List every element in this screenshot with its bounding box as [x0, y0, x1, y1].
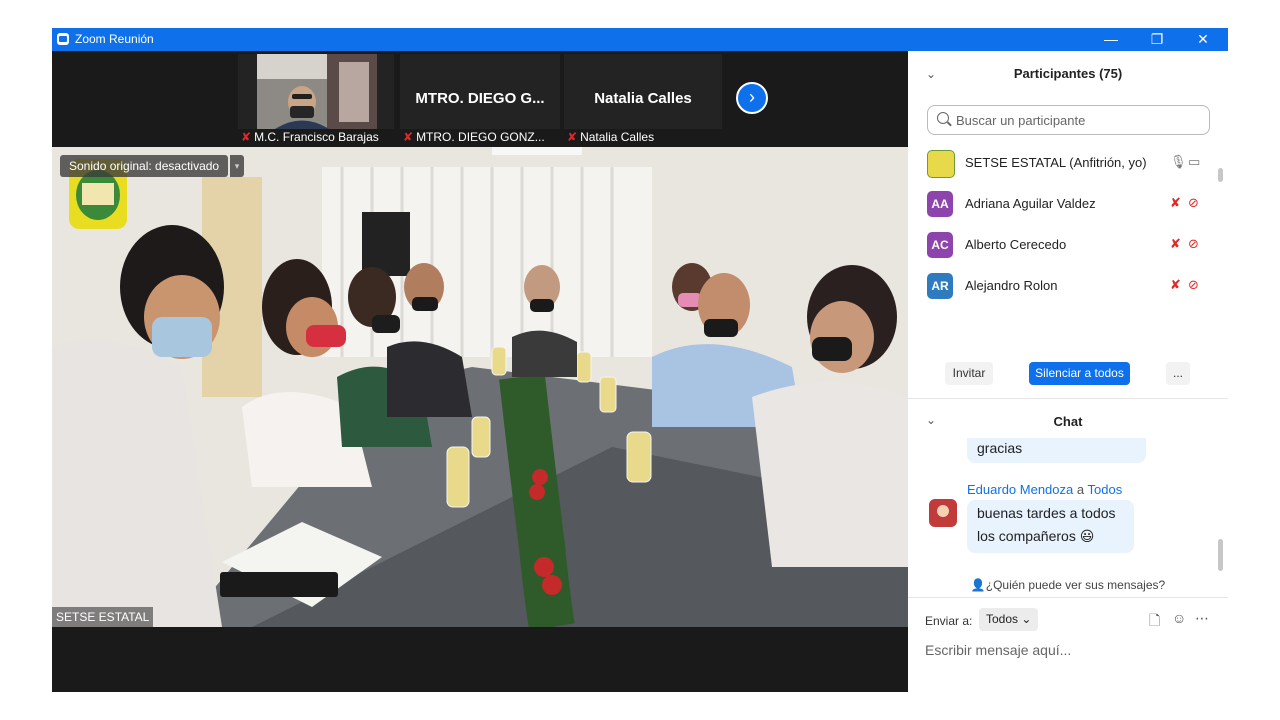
zoom-window: Zoom Reunión — ❐ ✕ ✘ M.C. Francisco Baraj…: [52, 28, 1228, 692]
chat-message-text: los compañeros 😃: [977, 528, 1095, 544]
thumbnail-name: ✘ M.C. Francisco Barajas: [238, 129, 394, 146]
meeting-area: ✘ M.C. Francisco Barajas MTRO. DIEGO G...…: [52, 51, 908, 692]
chat-recipient[interactable]: Todos: [1088, 482, 1123, 497]
participants-header: ⌄ Participantes (75): [908, 51, 1228, 95]
search-placeholder: Buscar un participante: [956, 113, 1086, 128]
window-title: Zoom Reunión: [75, 32, 154, 46]
side-panel: ⌄ Participantes (75) Buscar un participa…: [908, 51, 1228, 692]
chat-title: Chat: [1053, 414, 1083, 429]
participant-search-input[interactable]: Buscar un participante: [927, 105, 1210, 135]
participant-video: [257, 54, 377, 129]
zoom-logo-icon: [57, 33, 69, 45]
minimize-button[interactable]: —: [1088, 28, 1134, 51]
chat-connector: a: [1076, 482, 1085, 497]
host-logo-icon: [927, 150, 955, 178]
muted-mic-icon: ✘: [241, 130, 252, 144]
thumbnail-diego[interactable]: MTRO. DIEGO G... ✘ MTRO. DIEGO GONZ...: [400, 54, 560, 146]
main-video: Sonido original: desactivado ▾ SETSE EST…: [52, 147, 908, 627]
thumbnail-name: ✘ MTRO. DIEGO GONZ...: [400, 129, 560, 146]
participants-title: Participantes (75): [1013, 66, 1123, 81]
participant-row[interactable]: AC Alberto Cerecedo ✘ ⊘: [908, 223, 1218, 264]
title-bar: Zoom Reunión — ❐ ✕: [52, 28, 1228, 51]
chat-message: gracias: [967, 438, 1146, 463]
divider: [908, 597, 1228, 598]
smiley-emoji-icon: 😃: [1079, 528, 1095, 544]
more-icon[interactable]: ⋯: [1195, 610, 1209, 627]
thumbnail-natalia[interactable]: Natalia Calles ✘ Natalia Calles: [564, 54, 722, 146]
participant-scrollbar[interactable]: [1218, 168, 1223, 182]
people-icon: 👤: [970, 578, 986, 592]
chat-message: buenas tardes a todos los compañeros 😃: [967, 500, 1134, 553]
chat-message-text: gracias: [977, 440, 1023, 456]
participant-name: Alberto Cerecedo: [965, 237, 1067, 252]
speaker-name: SETSE ESTATAL: [52, 607, 154, 627]
invite-button[interactable]: Invitar: [945, 362, 993, 385]
search-icon: [937, 112, 949, 124]
participant-row[interactable]: SETSE ESTATAL (Anfitrión, yo) 🎙 ▭: [908, 141, 1218, 182]
restore-button[interactable]: ❐: [1134, 28, 1180, 51]
thumbnail-display-name: MTRO. DIEGO G...: [415, 90, 545, 107]
muted-mic-icon: ✘: [403, 130, 414, 144]
participant-list: SETSE ESTATAL (Anfitrión, yo) 🎙 ▭ AA Adr…: [908, 141, 1218, 316]
video-off-icon[interactable]: ⊘: [1188, 236, 1199, 252]
file-icon[interactable]: 🗋: [1149, 610, 1160, 634]
thumbnail-strip: ✘ M.C. Francisco Barajas MTRO. DIEGO G...…: [52, 51, 908, 147]
participant-row[interactable]: AA Adriana Aguilar Valdez ✘ ⊘: [908, 182, 1218, 223]
thumbnail-display-name: Natalia Calles: [594, 90, 692, 107]
more-options-button[interactable]: ...: [1166, 362, 1190, 385]
thumbnail-name: ✘ Natalia Calles: [564, 129, 722, 146]
audio-setting-dropdown-icon[interactable]: ▾: [230, 155, 244, 177]
who-can-see-link[interactable]: 👤¿Quién puede ver sus mensajes?: [908, 578, 1228, 592]
audio-setting-label[interactable]: Sonido original: desactivado: [60, 155, 229, 177]
participant-row[interactable]: AR Alejandro Rolon ✘ ⊘: [908, 264, 1218, 305]
muted-mic-icon[interactable]: ✘: [1170, 277, 1181, 293]
participant-name: Alejandro Rolon: [965, 278, 1058, 293]
mic-icon[interactable]: 🎙: [1170, 154, 1187, 170]
close-button[interactable]: ✕: [1180, 28, 1226, 51]
participant-avatar: AC: [927, 232, 953, 258]
participant-name: Adriana Aguilar Valdez: [965, 196, 1096, 211]
mute-all-button[interactable]: Silenciar a todos: [1029, 362, 1130, 385]
next-page-button[interactable]: ›: [736, 82, 768, 114]
chat-sender-line: Eduardo Mendoza a Todos: [967, 482, 1122, 497]
thumbnail-francisco[interactable]: ✘ M.C. Francisco Barajas: [238, 54, 394, 146]
divider: [908, 398, 1228, 399]
chat-sender[interactable]: Eduardo Mendoza: [967, 482, 1073, 497]
chat-input[interactable]: Escribir mensaje aquí...: [925, 642, 1071, 658]
participant-name: SETSE ESTATAL (Anfitrión, yo): [965, 155, 1147, 170]
chat-avatar: [929, 499, 957, 527]
muted-mic-icon[interactable]: ✘: [1170, 236, 1181, 252]
video-off-icon[interactable]: ⊘: [1188, 195, 1199, 211]
meeting-room-video: [52, 147, 908, 627]
video-icon[interactable]: ▭: [1188, 154, 1200, 170]
chat-scrollbar[interactable]: [1218, 539, 1223, 571]
send-to-label: Enviar a:: [925, 614, 973, 628]
muted-mic-icon[interactable]: ✘: [1170, 195, 1181, 211]
emoji-icon[interactable]: ☺: [1172, 610, 1186, 626]
muted-mic-icon: ✘: [567, 130, 578, 144]
participant-avatar: AA: [927, 191, 953, 217]
chevron-down-icon: ⌄: [1021, 612, 1032, 626]
send-to-dropdown[interactable]: Todos ⌄: [979, 608, 1039, 631]
chat-message-text: buenas tardes a todos: [977, 505, 1116, 521]
video-off-icon[interactable]: ⊘: [1188, 277, 1199, 293]
participant-avatar: AR: [927, 273, 953, 299]
